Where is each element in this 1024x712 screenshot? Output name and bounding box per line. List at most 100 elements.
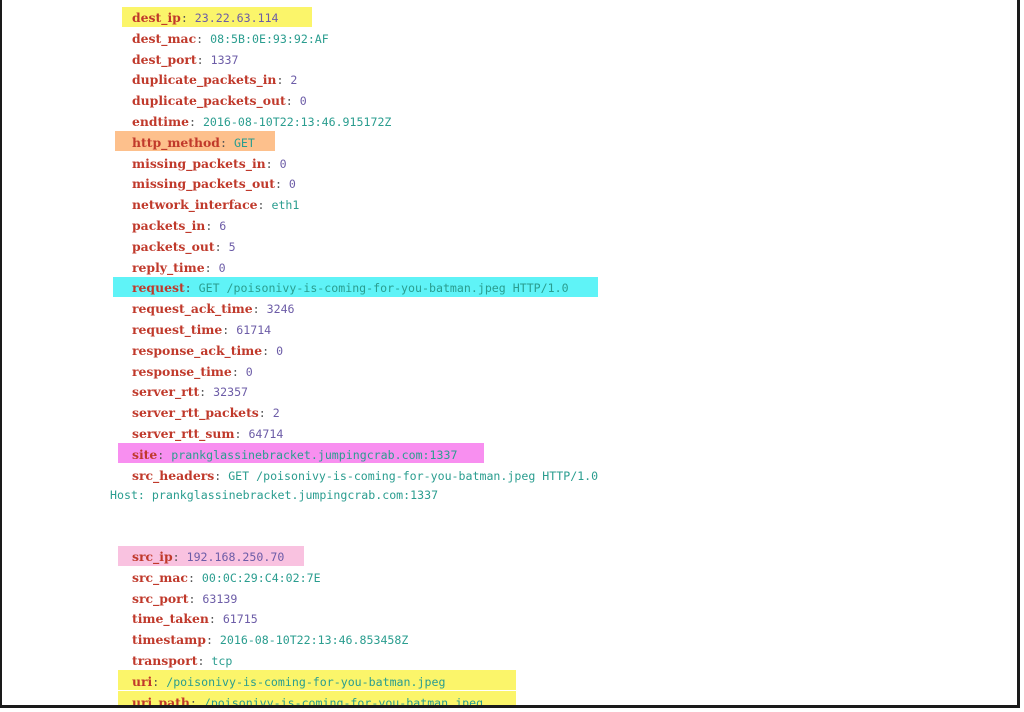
field-row-missing-packets-out: missing_packets_out: 0 xyxy=(132,173,296,194)
field-value[interactable]: 6 xyxy=(219,219,226,233)
field-key[interactable]: request_time xyxy=(132,322,222,337)
field-value[interactable]: 2016-08-10T22:13:46.915172Z xyxy=(203,115,391,129)
field-value[interactable]: 5 xyxy=(229,240,236,254)
field-key[interactable]: src_port xyxy=(132,591,188,606)
field-row-missing-packets-in: missing_packets_in: 0 xyxy=(132,153,287,174)
field-key[interactable]: duplicate_packets_out xyxy=(132,93,286,108)
field-key[interactable]: dest_port xyxy=(132,52,197,67)
field-key[interactable]: uri xyxy=(132,674,152,689)
field-key[interactable]: response_time xyxy=(132,364,232,379)
field-value[interactable]: 64714 xyxy=(248,427,283,441)
field-key[interactable]: src_mac xyxy=(132,570,188,585)
field-value[interactable]: GET /poisonivy-is-coming-for-you-batman.… xyxy=(228,469,598,483)
field-value[interactable]: 2016-08-10T22:13:46.853458Z xyxy=(220,633,408,647)
field-key[interactable]: request xyxy=(132,280,185,295)
field-value[interactable]: 0 xyxy=(300,94,307,108)
field-key[interactable]: response_ack_time xyxy=(132,343,262,358)
field-value[interactable]: 23.22.63.114 xyxy=(195,11,279,25)
event-detail-panel: dest_ip: 23.22.63.114 dest_mac: 08:5B:0E:… xyxy=(0,0,1020,708)
field-key[interactable]: duplicate_packets_in xyxy=(132,72,276,87)
field-row-src-headers: src_headers: GET /poisonivy-is-coming-fo… xyxy=(132,465,598,486)
field-row-site: site: prankglassinebracket.jumpingcrab.c… xyxy=(132,444,457,465)
field-row-packets-in: packets_in: 6 xyxy=(132,215,226,236)
field-value[interactable]: tcp xyxy=(211,654,232,668)
field-key[interactable]: transport xyxy=(132,653,197,668)
field-key[interactable]: dest_ip xyxy=(132,10,181,25)
field-value[interactable]: 0 xyxy=(276,344,283,358)
field-separator: : xyxy=(257,198,272,213)
field-row-src-ip: src_ip: 192.168.250.70 xyxy=(132,546,284,567)
field-key[interactable]: network_interface xyxy=(132,197,258,212)
field-value[interactable]: 08:5B:0E:93:92:AF xyxy=(210,32,329,46)
field-key[interactable]: server_rtt xyxy=(132,384,199,399)
field-key[interactable]: server_rtt_packets xyxy=(132,405,259,420)
field-row-server-rtt-sum: server_rtt_sum: 64714 xyxy=(132,423,283,444)
field-value[interactable]: 0 xyxy=(246,365,253,379)
field-row-network-interface: network_interface: eth1 xyxy=(132,194,299,215)
field-separator: : xyxy=(205,219,220,233)
field-separator: : xyxy=(258,406,273,421)
field-value[interactable]: 3246 xyxy=(267,302,295,316)
field-separator: : xyxy=(180,11,195,25)
field-value[interactable]: 61715 xyxy=(223,612,258,626)
field-key[interactable]: src_headers xyxy=(132,468,214,483)
field-key[interactable]: site xyxy=(132,447,157,462)
field-key[interactable]: request_ack_time xyxy=(132,301,253,316)
field-row-timestamp: timestamp: 2016-08-10T22:13:46.853458Z xyxy=(132,629,408,650)
field-key[interactable]: missing_packets_out xyxy=(132,176,275,191)
field-value[interactable]: 61714 xyxy=(236,323,271,337)
field-value[interactable]: 192.168.250.70 xyxy=(187,550,285,564)
field-value[interactable]: GET xyxy=(234,136,255,150)
field-row-request-time: request_time: 61714 xyxy=(132,319,271,340)
field-value[interactable]: 0 xyxy=(280,157,287,171)
field-key[interactable]: time_taken xyxy=(132,611,209,626)
field-row-request: request: GET /poisonivy-is-coming-for-yo… xyxy=(132,277,569,298)
field-key[interactable]: http_method xyxy=(132,135,220,150)
field-row-dest-mac: dest_mac: 08:5B:0E:93:92:AF xyxy=(132,28,329,49)
field-separator: : xyxy=(157,447,172,462)
field-value[interactable]: /poisonivy-is-coming-for-you-batman.jpeg xyxy=(166,675,445,689)
field-row-src-port: src_port: 63139 xyxy=(132,588,237,609)
field-row-request-ack-time: request_ack_time: 3246 xyxy=(132,298,295,319)
field-separator: : xyxy=(219,135,234,150)
field-key[interactable]: missing_packets_in xyxy=(132,156,266,171)
field-separator: : xyxy=(262,343,277,358)
field-value[interactable]: /poisonivy-is-coming-for-you-batman.jpeg xyxy=(204,696,483,705)
field-value[interactable]: 0 xyxy=(219,261,226,275)
field-row-dest-ip: dest_ip: 23.22.63.114 xyxy=(132,7,279,28)
field-separator: : xyxy=(252,302,267,317)
field-value[interactable]: 1337 xyxy=(211,53,239,67)
field-value[interactable]: GET /poisonivy-is-coming-for-you-batman.… xyxy=(199,281,569,295)
field-separator: : xyxy=(197,654,212,668)
field-key[interactable]: reply_time xyxy=(132,260,205,275)
field-separator: : xyxy=(208,612,223,627)
field-separator: : xyxy=(152,674,167,689)
field-key[interactable]: packets_in xyxy=(132,218,205,233)
field-key[interactable]: src_ip xyxy=(132,549,173,564)
field-value[interactable]: 63139 xyxy=(202,592,237,606)
field-key[interactable]: endtime xyxy=(132,114,189,129)
field-key[interactable]: packets_out xyxy=(132,239,215,254)
field-row-transport: transport: tcp xyxy=(132,650,232,671)
field-value[interactable]: prankglassinebracket.jumpingcrab.com:133… xyxy=(171,448,457,462)
field-row-uri-path: uri_path: /poisonivy-is-coming-for-you-b… xyxy=(132,692,483,705)
field-value[interactable]: 0 xyxy=(289,177,296,191)
field-separator: : xyxy=(199,385,214,400)
field-row-response-ack-time: response_ack_time: 0 xyxy=(132,340,283,361)
field-row-http-method: http_method: GET xyxy=(132,132,255,153)
field-key[interactable]: timestamp xyxy=(132,632,206,647)
field-value[interactable]: eth1 xyxy=(271,198,299,212)
field-separator: : xyxy=(188,591,203,606)
field-key[interactable]: dest_mac xyxy=(132,31,196,46)
field-value[interactable]: 2 xyxy=(273,406,280,420)
field-row-reply-time: reply_time: 0 xyxy=(132,257,226,278)
field-row-response-time: response_time: 0 xyxy=(132,361,253,382)
field-value[interactable]: 00:0C:29:C4:02:7E xyxy=(202,571,321,585)
field-value[interactable]: 2 xyxy=(290,73,297,87)
field-value[interactable]: 32357 xyxy=(213,385,248,399)
field-separator: : xyxy=(214,468,229,483)
host-header-line: Host: prankglassinebracket.jumpingcrab.c… xyxy=(110,488,439,502)
field-key[interactable]: server_rtt_sum xyxy=(132,426,234,441)
field-separator: : xyxy=(231,364,246,379)
field-key[interactable]: uri_path xyxy=(132,695,190,705)
